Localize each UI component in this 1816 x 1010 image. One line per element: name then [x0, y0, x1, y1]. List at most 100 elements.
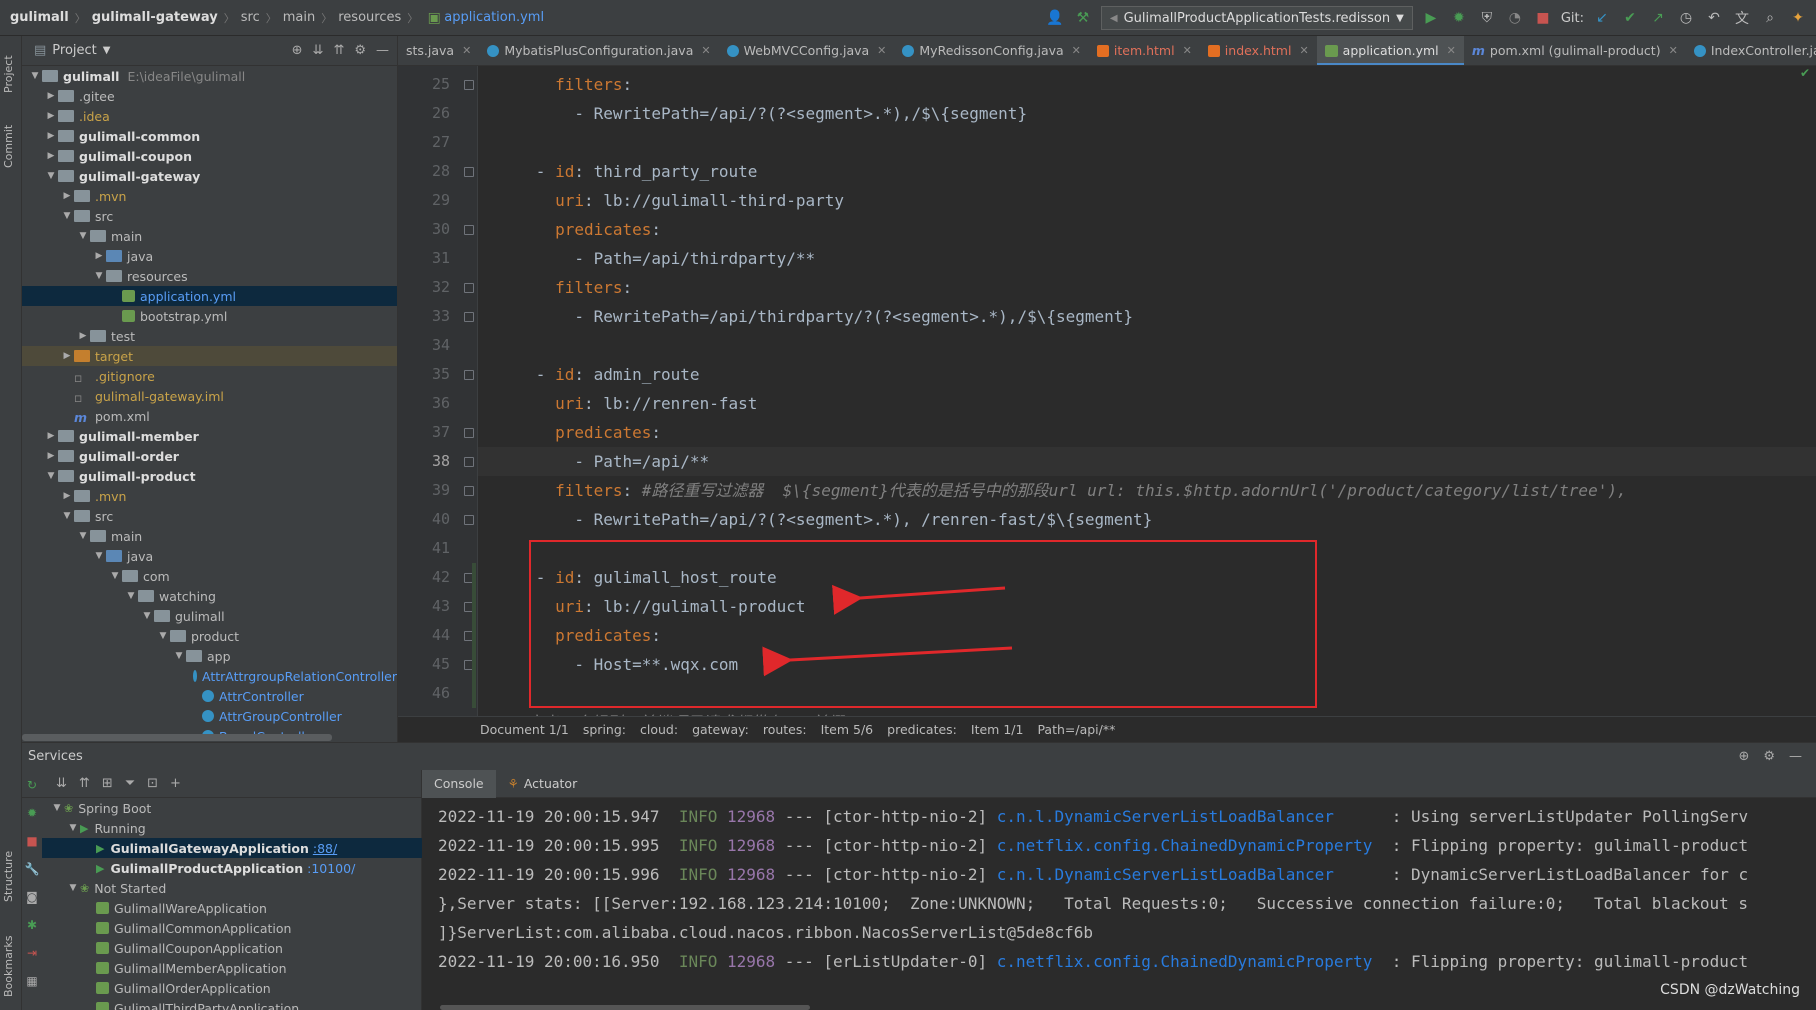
git-update-icon[interactable]: ↙: [1592, 8, 1612, 28]
close-icon[interactable]: ✕: [701, 44, 710, 57]
close-icon[interactable]: ✕: [1447, 44, 1456, 57]
chevron-down-icon[interactable]: ▼: [140, 611, 154, 621]
tree-item[interactable]: ▫ gulimall-gateway.iml: [22, 386, 397, 406]
chevron-down-icon[interactable]: ▼: [124, 591, 138, 601]
run-configuration-select[interactable]: ◀ GulimallProductApplicationTests.rediss…: [1100, 6, 1413, 30]
chevron-down-icon[interactable]: ▼: [76, 531, 90, 541]
tree-item[interactable]: ▼ product: [22, 626, 397, 646]
chevron-down-icon[interactable]: ▼: [156, 631, 170, 641]
git-commit-icon[interactable]: ✔: [1620, 8, 1640, 28]
user-icon[interactable]: 👤: [1045, 8, 1065, 28]
close-icon[interactable]: ✕: [1183, 44, 1192, 57]
rollback-icon[interactable]: ↶: [1704, 8, 1724, 28]
filter-icon[interactable]: ⏷: [125, 776, 135, 791]
service-item[interactable]: GulimallMemberApplication: [42, 958, 422, 978]
breadcrumb-item[interactable]: src: [241, 10, 260, 25]
close-icon[interactable]: ✕: [462, 44, 471, 57]
chevron-right-icon[interactable]: ▶: [76, 331, 90, 341]
service-port-link[interactable]: :10100/: [307, 861, 355, 876]
chevron-right-icon[interactable]: ▶: [44, 431, 58, 441]
locate-icon[interactable]: ⊕: [292, 43, 303, 58]
editor-breadcrumb-item[interactable]: cloud:: [640, 722, 678, 737]
editor-tab[interactable]: IndexController.java✕: [1686, 36, 1816, 65]
editor-breadcrumb-item[interactable]: gateway:: [692, 722, 749, 737]
editor-tab[interactable]: m pom.xml (gulimall-product) ✕: [1464, 36, 1686, 65]
tree-item[interactable]: bootstrap.yml: [22, 306, 397, 326]
collapse-all-icon[interactable]: ⇈: [79, 776, 90, 791]
chevron-down-icon[interactable]: ▼: [66, 823, 80, 833]
chevron-right-icon[interactable]: ▶: [60, 491, 74, 501]
inspection-ok-icon[interactable]: ✔: [1800, 66, 1810, 80]
fold-marker-icon[interactable]: [464, 515, 474, 525]
logger-link[interactable]: c.n.l.DynamicServerListLoadBalancer: [997, 807, 1334, 826]
git-push-icon[interactable]: ↗: [1648, 8, 1668, 28]
logger-link[interactable]: c.netflix.config.ChainedDynamicProperty: [997, 836, 1373, 855]
editor-breadcrumb-item[interactable]: routes:: [763, 722, 807, 737]
chevron-down-icon[interactable]: ▼: [103, 45, 111, 56]
close-icon[interactable]: ✕: [1072, 44, 1081, 57]
chevron-down-icon[interactable]: ▼: [44, 171, 58, 181]
tree-item[interactable]: ▼ gulimall: [22, 606, 397, 626]
editor-tab[interactable]: item.html ✕: [1089, 36, 1200, 65]
fold-marker-icon[interactable]: [464, 428, 474, 438]
tree-item[interactable]: AttrGroupController: [22, 706, 397, 726]
new-tab-icon[interactable]: ⊡: [147, 776, 158, 791]
chevron-down-icon[interactable]: ▼: [50, 803, 64, 813]
build-hammer-icon[interactable]: ⚒: [1073, 8, 1093, 28]
chevron-right-icon[interactable]: ▶: [44, 151, 58, 161]
bug-icon[interactable]: ✱: [27, 918, 37, 932]
logger-link[interactable]: c.netflix.config.ChainedDynamicProperty: [997, 952, 1373, 971]
chevron-right-icon[interactable]: ▶: [44, 131, 58, 141]
chevron-down-icon[interactable]: ▼: [172, 651, 186, 661]
tree-item[interactable]: m pom.xml: [22, 406, 397, 426]
chevron-right-icon[interactable]: ▶: [44, 451, 58, 461]
group-by-icon[interactable]: ⊞: [102, 776, 113, 791]
tree-item[interactable]: ▶ gulimall-coupon: [22, 146, 397, 166]
chevron-right-icon[interactable]: ▶: [44, 111, 58, 121]
debug-icon[interactable]: ✹: [1449, 8, 1469, 28]
fold-marker-icon[interactable]: [464, 457, 474, 467]
translate-icon[interactable]: 文: [1732, 8, 1752, 28]
exit-icon[interactable]: ⇥: [27, 946, 37, 960]
fold-marker-icon[interactable]: [464, 312, 474, 322]
service-item[interactable]: ▼ ▶ Running: [42, 818, 422, 838]
gear-icon[interactable]: ⚙: [354, 43, 366, 58]
minimize-icon[interactable]: —: [1789, 749, 1802, 764]
editor-breadcrumb-item[interactable]: predicates:: [887, 722, 957, 737]
chevron-right-icon[interactable]: ▶: [60, 351, 74, 361]
tab-actuator[interactable]: ⚘ Actuator: [496, 770, 590, 798]
tab-console[interactable]: Console: [422, 769, 496, 798]
chevron-down-icon[interactable]: ▼: [28, 71, 42, 81]
camera-icon[interactable]: ◙: [26, 890, 38, 904]
debug-icon[interactable]: ✹: [27, 806, 37, 820]
tree-item[interactable]: ▼ com: [22, 566, 397, 586]
service-item[interactable]: GulimallOrderApplication: [42, 978, 422, 998]
tree-item[interactable]: ▶ .mvn: [22, 186, 397, 206]
editor-breadcrumb-item[interactable]: Document 1/1: [480, 722, 569, 737]
service-item[interactable]: GulimallCouponApplication: [42, 938, 422, 958]
tree-item[interactable]: ▼ gulimall-product: [22, 466, 397, 486]
tree-item[interactable]: AttrAttrgroupRelationController: [22, 666, 397, 686]
target-icon[interactable]: ⊕: [1738, 749, 1749, 764]
chevron-down-icon[interactable]: ▼: [44, 471, 58, 481]
collapse-all-icon[interactable]: ⇈: [333, 43, 344, 58]
editor-tab[interactable]: MyRedissonConfig.java ✕: [894, 36, 1089, 65]
chevron-down-icon[interactable]: ▼: [92, 271, 106, 281]
tree-item[interactable]: ▶ gulimall-order: [22, 446, 397, 466]
fold-marker-icon[interactable]: [464, 370, 474, 380]
breadcrumb-item[interactable]: gulimall-gateway: [92, 10, 218, 25]
tree-item[interactable]: ▶ target: [22, 346, 397, 366]
tree-item[interactable]: AttrController: [22, 686, 397, 706]
service-item[interactable]: ▶ GulimallProductApplication:10100/: [42, 858, 422, 878]
tree-item[interactable]: ▼ app: [22, 646, 397, 666]
tree-item[interactable]: ▶ java: [22, 246, 397, 266]
service-item[interactable]: ▶ GulimallGatewayApplication:88/: [42, 838, 422, 858]
chevron-right-icon[interactable]: ▶: [92, 251, 106, 261]
rerun-icon[interactable]: ↻: [27, 778, 37, 792]
close-icon[interactable]: ✕: [1669, 44, 1678, 57]
service-port-link[interactable]: :88/: [313, 841, 337, 856]
breadcrumb-item[interactable]: main: [283, 10, 315, 25]
tree-item[interactable]: ▼ gulimall-gateway: [22, 166, 397, 186]
service-item[interactable]: ▼ ❀ Spring Boot: [42, 798, 422, 818]
editor-breadcrumb-item[interactable]: Path=/api/**: [1037, 722, 1115, 737]
